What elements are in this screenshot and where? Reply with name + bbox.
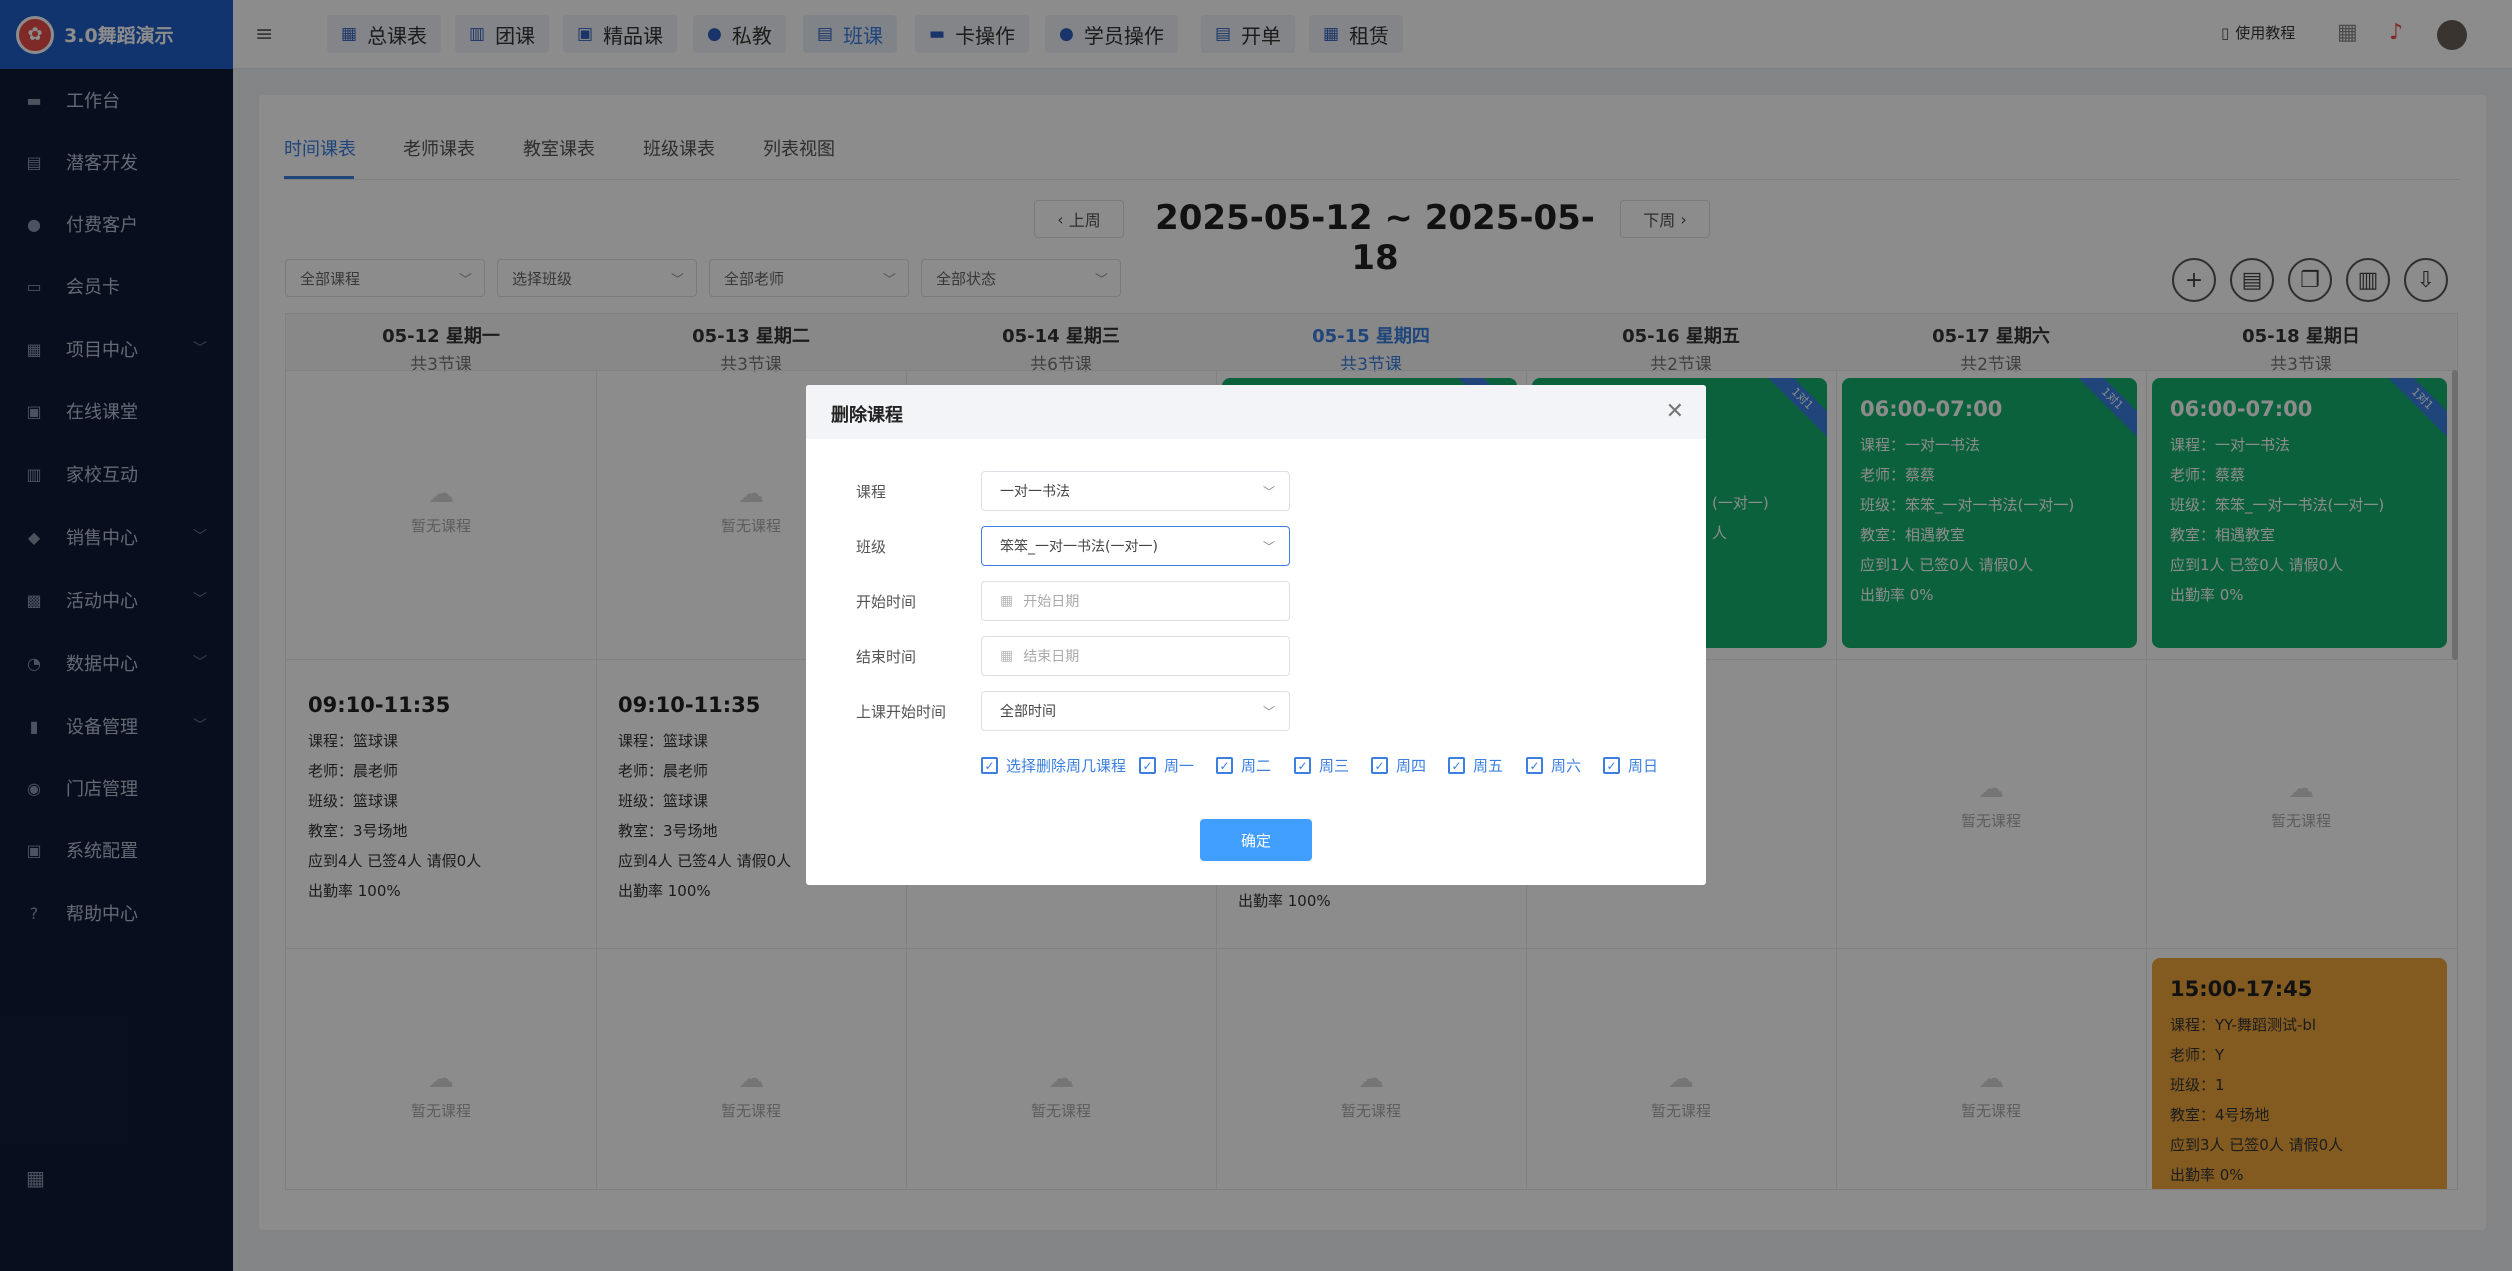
check-icon: ✓	[1139, 757, 1156, 774]
checkbox-label: 选择删除周几课程	[1006, 757, 1127, 775]
course-value: 一对一书法	[1000, 484, 1070, 500]
dialog-title: 删除课程	[831, 405, 903, 426]
dialog-header	[806, 385, 1706, 439]
end-date-input[interactable]: ▦ 结束日期	[981, 636, 1290, 676]
course-label: 课程	[856, 483, 887, 501]
check-icon: ✓	[1371, 757, 1388, 774]
checkbox-label: 周二	[1241, 757, 1272, 775]
class-start-time-select[interactable]: 全部时间 ﹀	[981, 691, 1290, 731]
close-icon[interactable]: ✕	[1666, 399, 1684, 424]
check-icon: ✓	[1448, 757, 1465, 774]
checkbox-label: 周六	[1551, 757, 1582, 775]
chevron-down-icon: ﹀	[1262, 540, 1275, 554]
check-icon: ✓	[1216, 757, 1233, 774]
class-start-time-label: 上课开始时间	[856, 703, 947, 721]
checkbox-label: 周四	[1396, 757, 1427, 775]
checkbox-tuesday[interactable]: ✓ 周二	[1216, 755, 1271, 776]
calendar-icon: ▦	[1000, 593, 1014, 609]
calendar-icon: ▦	[1000, 648, 1014, 664]
checkbox-label: 周日	[1628, 757, 1659, 775]
chevron-down-icon: ﹀	[1262, 485, 1275, 499]
check-icon: ✓	[981, 757, 998, 774]
start-time-label: 开始时间	[856, 593, 917, 611]
delete-course-dialog: 删除课程 ✕ 课程 一对一书法 ﹀ 班级 笨笨_一对一书法(一对一) ﹀ 开始时间 …	[806, 385, 1706, 885]
checkbox-friday[interactable]: ✓ 周五	[1448, 755, 1503, 776]
start-date-placeholder: 开始日期	[1023, 594, 1080, 610]
check-icon: ✓	[1294, 757, 1311, 774]
start-date-input[interactable]: ▦ 开始日期	[981, 581, 1290, 621]
end-time-label: 结束时间	[856, 648, 917, 666]
checkbox-wednesday[interactable]: ✓ 周三	[1294, 755, 1349, 776]
checkbox-thursday[interactable]: ✓ 周四	[1371, 755, 1426, 776]
course-select[interactable]: 一对一书法 ﹀	[981, 471, 1290, 511]
class-select[interactable]: 笨笨_一对一书法(一对一) ﹀	[981, 526, 1290, 566]
class-value: 笨笨_一对一书法(一对一)	[1000, 539, 1158, 555]
class-start-time-value: 全部时间	[1000, 704, 1056, 720]
chevron-down-icon: ﹀	[1262, 705, 1275, 719]
checkbox-sunday[interactable]: ✓ 周日	[1603, 755, 1658, 776]
check-icon: ✓	[1526, 757, 1543, 774]
checkbox-label: 周三	[1319, 757, 1350, 775]
checkbox-select-weekdays[interactable]: ✓ 选择删除周几课程	[981, 755, 1126, 776]
end-date-placeholder: 结束日期	[1023, 649, 1080, 665]
checkbox-label: 周一	[1164, 757, 1195, 775]
confirm-button[interactable]: 确定	[1200, 819, 1312, 861]
checkbox-label: 周五	[1473, 757, 1504, 775]
check-icon: ✓	[1603, 757, 1620, 774]
checkbox-monday[interactable]: ✓ 周一	[1139, 755, 1194, 776]
checkbox-saturday[interactable]: ✓ 周六	[1526, 755, 1581, 776]
class-label: 班级	[856, 538, 887, 556]
